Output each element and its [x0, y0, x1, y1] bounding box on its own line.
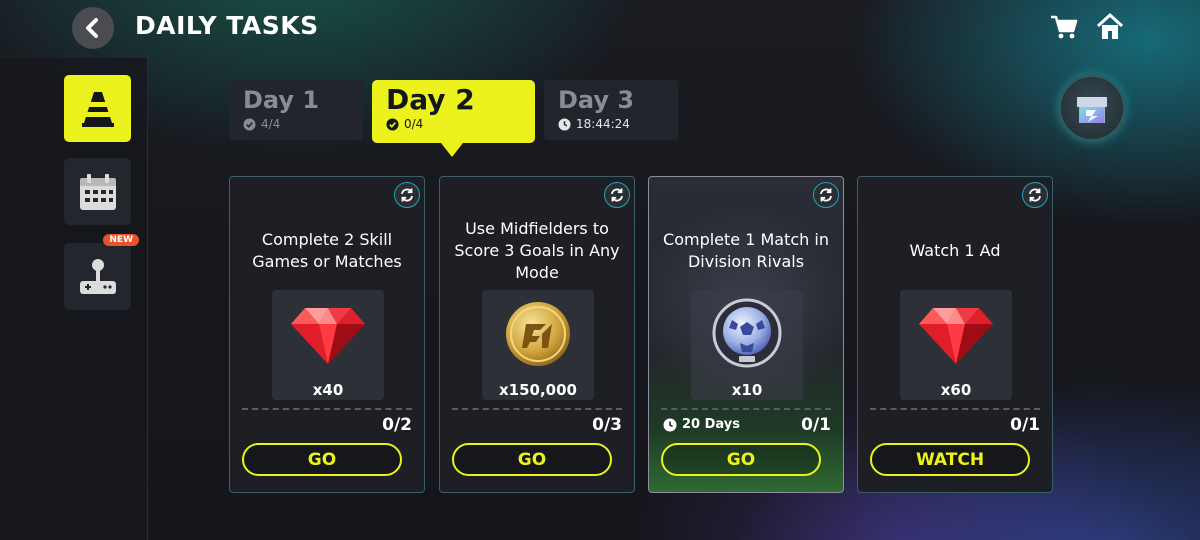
divider — [452, 408, 622, 410]
go-button[interactable]: GO — [661, 443, 821, 476]
go-button[interactable]: GO — [452, 443, 612, 476]
joystick-icon — [79, 258, 116, 294]
reward-quantity: x60 — [940, 381, 972, 399]
task-description: Watch 1 Ad — [909, 241, 1001, 260]
task-description: Complete 1 Match in Division Rivals — [663, 230, 829, 271]
ruby-gem-icon — [291, 308, 365, 364]
reward-box: x10 — [691, 290, 803, 400]
refresh-task-button[interactable] — [604, 182, 630, 208]
chest-icon — [1077, 97, 1107, 123]
task-progress: 0/1 — [801, 415, 831, 435]
reward-box: x40 — [272, 290, 384, 400]
refresh-task-button[interactable] — [394, 182, 420, 208]
refresh-task-button[interactable] — [1022, 182, 1048, 208]
cart-icon — [1051, 15, 1078, 39]
task-card: Watch 1 Ad x60 0/1 WATCH — [857, 176, 1053, 493]
divider — [661, 408, 831, 410]
new-badge: NEW — [103, 234, 139, 246]
reward-quantity: x10 — [731, 381, 763, 399]
sidebar-item-daily-tasks[interactable] — [64, 75, 131, 142]
divider — [870, 408, 1040, 410]
day-status: 0/4 — [404, 117, 424, 131]
task-duration: 20 Days — [663, 417, 740, 432]
active-tab-pointer — [441, 143, 463, 157]
sidebar: NEW — [0, 58, 148, 540]
duration-text: 20 Days — [682, 417, 740, 432]
page-title: DAILY TASKS — [135, 11, 319, 40]
chevron-left-icon — [86, 18, 98, 38]
reward-quantity: x150,000 — [499, 381, 577, 399]
refresh-icon — [820, 188, 832, 202]
task-progress: 0/3 — [592, 415, 622, 435]
day-label: Day 2 — [386, 83, 475, 116]
task-card: Use Midfielders to Score 3 Goals in Any … — [439, 176, 635, 493]
task-progress: 0/2 — [382, 415, 412, 435]
go-button[interactable]: GO — [242, 443, 402, 476]
gold-coin-icon — [506, 302, 570, 366]
tab-day-2[interactable]: Day 2 0/4 — [372, 80, 535, 143]
refresh-icon — [401, 188, 413, 202]
reward-box: x60 — [900, 290, 1012, 400]
day-label: Day 1 — [243, 86, 320, 114]
reward-chest-button[interactable] — [1058, 74, 1126, 142]
check-circle-icon — [243, 117, 256, 131]
soccer-ball-token-icon — [712, 298, 782, 368]
reward-quantity: x40 — [312, 381, 344, 399]
back-button[interactable] — [72, 7, 114, 49]
clock-icon — [663, 418, 677, 431]
ruby-gem-icon — [919, 308, 993, 364]
sidebar-item-games[interactable]: NEW — [64, 234, 139, 310]
calendar-icon — [79, 173, 116, 210]
task-card: Complete 1 Match in Division Rivals x10 … — [648, 176, 844, 493]
task-progress: 0/1 — [1010, 415, 1040, 435]
task-card: Complete 2 Skill Games or Matches x40 0/… — [229, 176, 425, 493]
refresh-icon — [1029, 188, 1041, 202]
clock-icon — [558, 117, 571, 131]
day-label: Day 3 — [558, 86, 635, 114]
watch-button[interactable]: WATCH — [870, 443, 1030, 476]
day-status: 4/4 — [261, 117, 281, 131]
day-status: 18:44:24 — [576, 117, 630, 131]
tab-day-3[interactable]: Day 3 18:44:24 — [544, 80, 678, 140]
refresh-icon — [611, 188, 623, 202]
home-icon — [1096, 13, 1124, 39]
refresh-task-button[interactable] — [813, 182, 839, 208]
task-description: Complete 2 Skill Games or Matches — [252, 230, 402, 271]
task-description: Use Midfielders to Score 3 Goals in Any … — [454, 219, 620, 282]
tab-day-1[interactable]: Day 1 4/4 — [229, 80, 363, 140]
home-button[interactable] — [1095, 12, 1125, 42]
divider — [242, 408, 412, 410]
sidebar-item-calendar[interactable] — [64, 158, 131, 225]
cart-button[interactable] — [1049, 12, 1079, 42]
reward-box: x150,000 — [482, 290, 594, 400]
check-circle-icon — [386, 117, 399, 131]
traffic-cone-icon — [81, 91, 114, 127]
